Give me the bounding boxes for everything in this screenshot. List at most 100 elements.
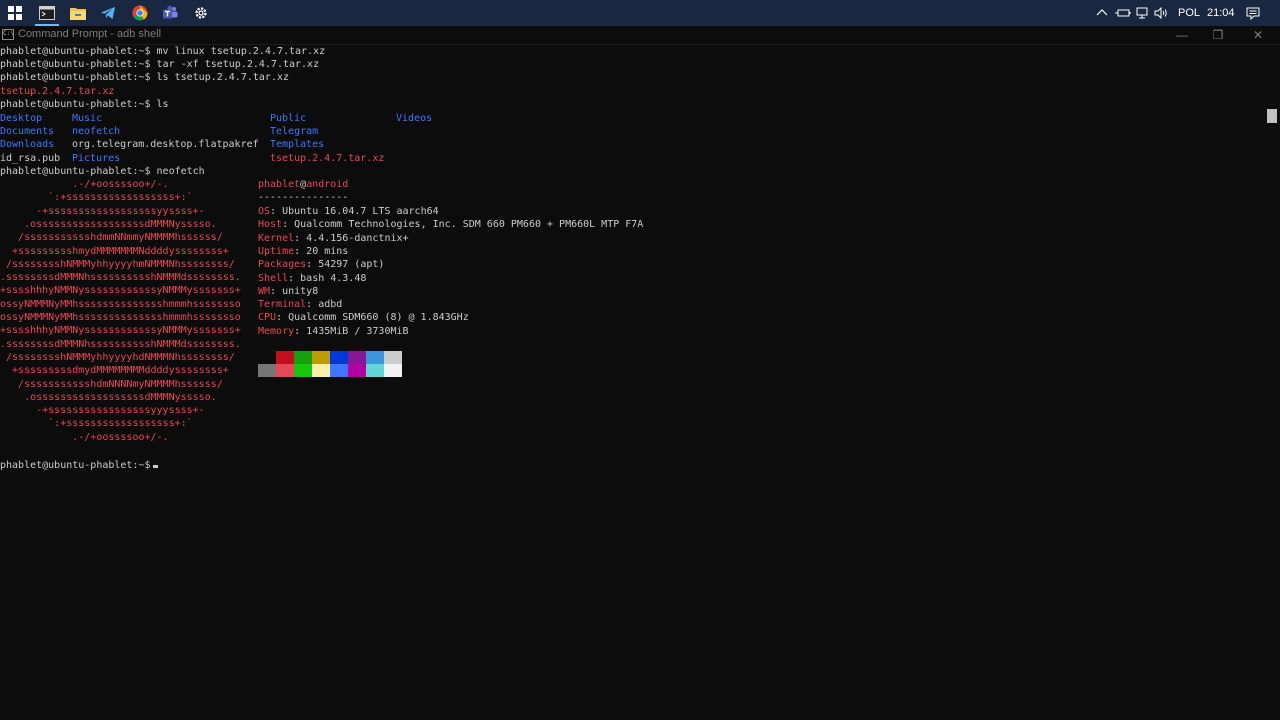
ls-entry: Templates xyxy=(270,139,325,150)
neofetch-field-key: Uptime xyxy=(258,245,295,257)
shell-prompt: phablet@ubuntu-phablet:~$ xyxy=(0,46,151,57)
neofetch-field-key: CPU xyxy=(258,312,277,324)
field-colon: : xyxy=(294,232,307,244)
terminal-line: phablet@ubuntu-phablet:~$ neofetch xyxy=(0,165,205,178)
neofetch-field-key: Terminal xyxy=(258,299,307,311)
neofetch-field-key: Kernel xyxy=(258,232,295,244)
palette-swatch xyxy=(294,351,312,364)
palette-swatch xyxy=(294,364,312,377)
command-text: ls xyxy=(150,99,169,110)
neofetch-field: Host: Qualcomm Technologies, Inc. SDM 66… xyxy=(258,218,643,231)
palette-swatch xyxy=(258,351,276,364)
language-indicator[interactable]: POL xyxy=(1178,0,1200,26)
neofetch-field: WM: unity8 xyxy=(258,285,318,298)
palette-swatch xyxy=(312,364,330,377)
command-prompt-icon: C:\ xyxy=(2,29,14,40)
terminal-output[interactable]: phablet@ubuntu-phablet:~$ mv linux tsetu… xyxy=(0,45,1264,720)
ascii-art-line: +ssssssssshmydMMMMMMMNddddyssssssss+ xyxy=(0,245,229,257)
neofetch-field: Packages: 54297 (apt) xyxy=(258,258,384,271)
ascii-art-line: .ossssssssssssssssssdMMMNysssso. xyxy=(0,218,217,230)
command-text: neofetch xyxy=(150,166,205,177)
palette-swatch xyxy=(348,351,366,364)
ls-entry: org.telegram.desktop.flatpakref xyxy=(72,139,259,150)
neofetch-field-key: Host xyxy=(258,219,283,231)
ascii-art-line: -+ssssssssssssssssssyyssss+- xyxy=(0,205,205,217)
palette-swatch xyxy=(258,364,276,377)
file-explorer-icon[interactable] xyxy=(68,3,88,23)
field-colon: : xyxy=(276,312,289,324)
shell-prompt: phablet@ubuntu-phablet:~$ xyxy=(0,460,151,471)
ascii-art-line: `:+ssssssssssssssssss+:` xyxy=(0,418,193,430)
palette-swatch xyxy=(330,364,348,377)
ascii-art-line: .ssssssssdMMMNhsssssssssshNMMMdssssssss. xyxy=(0,272,241,284)
tray-chevron-up-icon[interactable] xyxy=(1096,0,1108,26)
ls-entry: neofetch xyxy=(72,126,121,137)
neofetch-field-value: bash 4.3.48 xyxy=(300,272,367,284)
neofetch-field-value: Ubuntu 16.04.7 LTS aarch64 xyxy=(282,206,439,217)
neofetch-field-key: WM xyxy=(258,285,271,297)
neofetch-field: Kernel: 4.4.156-danctnix+ xyxy=(258,232,409,245)
notifications-icon[interactable] xyxy=(1246,0,1260,26)
neofetch-field: OS: Ubuntu 16.04.7 LTS aarch64 xyxy=(258,205,439,218)
scrollbar-thumb[interactable] xyxy=(1267,109,1277,123)
network-icon[interactable] xyxy=(1135,0,1149,26)
ls-entry: Pictures xyxy=(72,153,121,164)
neofetch-field-value: adbd xyxy=(318,299,343,311)
ls-entry: tsetup.2.4.7.tar.xz xyxy=(270,153,385,164)
terminal-line: phablet@ubuntu-phablet:~$ mv linux tsetu… xyxy=(0,45,325,58)
settings-gear-icon[interactable] xyxy=(191,3,211,23)
field-colon: : xyxy=(282,219,295,231)
ascii-art-line: ossyNMMMNyMMhsssssssssssssshmmmhssssssso xyxy=(0,312,241,323)
battery-plug-icon[interactable] xyxy=(1115,0,1131,26)
field-colon: : xyxy=(288,272,301,284)
neofetch-field: Memory: 1435MiB / 3730MiB xyxy=(258,325,409,338)
ls-entry: Music xyxy=(72,113,103,124)
ls-entry: Downloads xyxy=(0,139,55,150)
ls-entry: Telegram xyxy=(270,126,319,137)
command-text: tar -xf tsetup.2.4.7.tar.xz xyxy=(150,59,320,70)
field-colon: : xyxy=(306,299,319,311)
palette-swatch xyxy=(348,364,366,377)
shell-prompt: phablet@ubuntu-phablet:~$ xyxy=(0,59,151,70)
shell-prompt: phablet@ubuntu-phablet:~$ xyxy=(0,99,151,110)
palette-swatch xyxy=(330,351,348,364)
ascii-art-line: .ossssssssssssssssssdMMMNysssso. xyxy=(0,391,217,403)
field-colon: : xyxy=(294,245,307,257)
telegram-icon[interactable] xyxy=(98,3,118,23)
field-colon: : xyxy=(270,206,283,217)
ascii-art-line: ossyNMMMNyMMhsssssssssssssshmmmhssssssso xyxy=(0,298,241,310)
minimize-button[interactable]: — xyxy=(1162,26,1202,44)
ascii-art-line: +sssssssssdmydMMMMMMMMddddyssssssss+ xyxy=(0,365,229,377)
neofetch-field-key: Memory xyxy=(258,325,295,337)
chrome-icon[interactable] xyxy=(130,3,150,23)
teams-icon[interactable] xyxy=(160,3,180,23)
neofetch-field-value: Qualcomm SDM660 (8) @ 1.843GHz xyxy=(288,312,469,324)
windows-start-icon[interactable] xyxy=(8,6,22,20)
neofetch-field: Shell: bash 4.3.48 xyxy=(258,272,366,285)
ascii-art-line: .-/+oossssoo+/-. xyxy=(0,431,169,443)
vertical-scrollbar[interactable] xyxy=(1264,45,1280,720)
palette-swatch xyxy=(312,351,330,364)
neofetch-field-key: Shell xyxy=(258,272,289,284)
neofetch-field: Uptime: 20 mins xyxy=(258,245,348,258)
neofetch-field-value: unity8 xyxy=(282,285,319,297)
close-button[interactable]: ✕ xyxy=(1238,26,1278,44)
neofetch-field-value: 4.4.156-danctnix+ xyxy=(306,232,409,244)
ls-entry: Public xyxy=(270,113,307,124)
volume-icon[interactable] xyxy=(1154,0,1168,26)
palette-swatch xyxy=(384,351,402,364)
clock[interactable]: 21:04 xyxy=(1207,0,1235,26)
window-titlebar[interactable]: C:\ Command Prompt - adb shell — ❐ ✕ xyxy=(0,26,1280,45)
field-colon: : xyxy=(306,259,319,271)
terminal-app-icon[interactable] xyxy=(37,3,57,23)
neofetch-field-value: 20 mins xyxy=(306,245,349,257)
palette-swatch xyxy=(276,364,294,377)
ascii-art-line: -+sssssssssssssssssyyyssss+- xyxy=(0,405,205,417)
neofetch-user: phablet xyxy=(258,179,301,190)
maximize-button[interactable]: ❐ xyxy=(1198,26,1238,44)
terminal-line: phablet@ubuntu-phablet:~$ ls tsetup.2.4.… xyxy=(0,71,289,84)
ascii-art-line: /ssssssssssshdmmNNmmyNMMMMhssssss/ xyxy=(0,232,223,244)
shell-prompt: phablet@ubuntu-phablet:~$ xyxy=(0,166,151,177)
neofetch-field-key: OS xyxy=(258,206,271,217)
ls-file-output: tsetup.2.4.7.tar.xz xyxy=(0,86,115,97)
